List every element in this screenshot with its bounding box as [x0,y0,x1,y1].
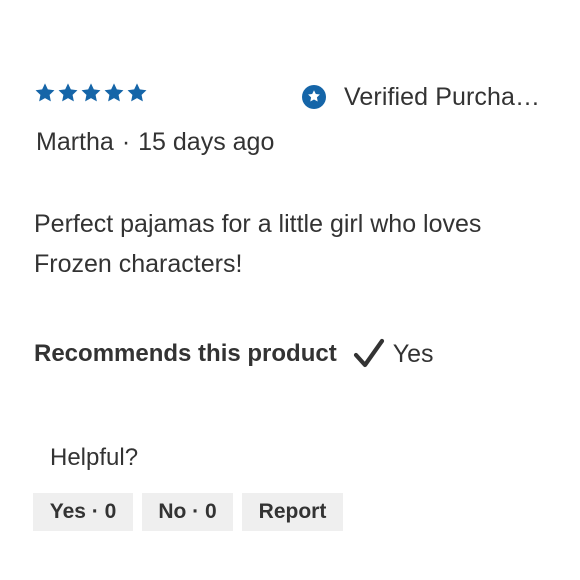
helpful-no-button[interactable]: No · 0 [142,493,233,531]
author-name: Martha [36,128,114,156]
feedback-buttons: Yes · 0 No · 0 Report [33,493,343,531]
helpful-yes-button[interactable]: Yes · 0 [33,493,133,531]
helpful-label: Helpful? [50,444,139,471]
review-text: Perfect pajamas for a little girl who lo… [34,210,482,278]
review-meta: Martha · 15 days ago [36,128,274,157]
meta-separator: · [121,128,131,156]
verified-purchaser-badge: Verified Purchaser [302,82,544,112]
rating-row: Verified Purchaser [34,82,554,112]
star-badge-icon [302,85,326,109]
star-icon [104,83,124,102]
review-date: 15 days ago [138,128,275,156]
star-icon [35,83,55,102]
star-icon [81,83,101,102]
star-icon [58,83,78,102]
report-button[interactable]: Report [242,493,343,531]
recommend-value: Yes [392,339,434,368]
review-card: Verified Purchaser Martha · 15 days ago Pe… [0,0,580,580]
verified-label: Verified Purchaser [344,82,544,111]
star-icon [127,83,147,102]
recommendation: Recommends this product Yes [34,337,434,371]
checkmark-icon [353,338,384,368]
recommend-label: Recommends this product [34,340,337,367]
star-rating [34,82,148,104]
